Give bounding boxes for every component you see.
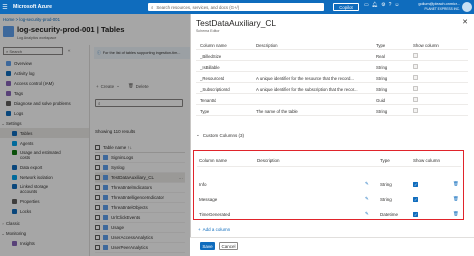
header-type: Type [376, 42, 386, 48]
help-icon[interactable]: ? [389, 2, 392, 8]
show-column-checkbox[interactable] [413, 75, 418, 80]
show-column-checkbox[interactable] [413, 53, 418, 58]
column-type: String [376, 75, 388, 81]
custom-columns-label: Custom Columns (3) [202, 132, 245, 138]
avatar[interactable] [462, 2, 472, 12]
column-name: _ResourceId [200, 75, 225, 81]
column-type: String [376, 108, 388, 114]
custom-columns-highlight [193, 150, 464, 220]
column-row: _SubscriptionId A unique identifier for t… [196, 83, 468, 94]
plus-icon: + [198, 227, 201, 232]
system-columns-header: Column name Description Type Show column [196, 39, 468, 50]
add-column-button[interactable]: + Add a column [198, 227, 230, 232]
column-name: _BilledSize [200, 53, 222, 59]
column-name: Type [200, 108, 210, 114]
column-row: _ResourceId A unique identifier for the r… [196, 72, 468, 83]
show-column-checkbox[interactable] [413, 97, 418, 102]
chevron-down-icon: ⌄ [196, 132, 200, 137]
column-row: TenantId Guid [196, 94, 468, 105]
column-type: Real [376, 53, 385, 59]
save-label: Save [202, 243, 213, 249]
brand-link[interactable]: Microsoft Azure [13, 4, 89, 10]
column-name: _IsBillable [200, 64, 220, 70]
show-column-checkbox[interactable] [413, 86, 418, 91]
global-search-input[interactable]: ⌕ Search resources, services, and docs (… [148, 3, 324, 11]
search-icon: ⌕ [151, 4, 154, 10]
show-column-checkbox[interactable] [413, 108, 418, 113]
panel-footer: Save Cancel [190, 237, 474, 256]
header-description: Description [256, 42, 278, 48]
header-show-column: Show column [413, 42, 439, 48]
cloud-shell-icon[interactable]: ▭ [364, 2, 369, 8]
modal-overlay[interactable] [0, 14, 190, 256]
top-icons: ▭ 🔔︎ ⚙ ? ☺ [364, 2, 399, 8]
copilot-button[interactable]: Copilot [333, 3, 359, 11]
save-button[interactable]: Save [200, 242, 215, 250]
column-type: String [376, 86, 388, 92]
column-row: _BilledSize Real [196, 50, 468, 61]
column-description: The name of the table [256, 108, 298, 114]
cancel-label: Cancel [221, 243, 236, 249]
cancel-button[interactable]: Cancel [219, 242, 238, 250]
column-description: A unique identifier for the resource tha… [256, 75, 354, 81]
column-name: _SubscriptionId [200, 86, 230, 92]
column-row: Type The name of the table String [196, 105, 468, 116]
close-icon[interactable]: ✕ [462, 18, 468, 26]
copilot-label: Copilot [339, 4, 353, 10]
column-row: _IsBillable String [196, 61, 468, 72]
column-name: TenantId [200, 97, 217, 103]
user-name: gollum@pleach.onmicr... [418, 1, 460, 6]
panel-title: TestDataAuxiliary_CL [196, 18, 277, 28]
bell-icon[interactable]: 🔔︎ [372, 2, 378, 8]
user-org: PLANET EXPRESS INC. [424, 6, 460, 11]
feedback-icon[interactable]: ☺ [394, 2, 399, 8]
global-search-placeholder: Search resources, services, and docs (G+… [156, 4, 240, 10]
custom-columns-toggle[interactable]: ⌄ Custom Columns (3) [196, 132, 244, 138]
column-description: A unique identifier for the subscription… [256, 86, 358, 92]
header-column-name: Column name [200, 42, 227, 48]
menu-icon[interactable]: ☰ [0, 4, 10, 11]
account-menu[interactable]: gollum@pleach.onmicr... PLANET EXPRESS I… [418, 2, 460, 12]
top-bar: ☰ Microsoft Azure ⌕ Search resources, se… [0, 0, 474, 14]
show-column-checkbox[interactable] [413, 64, 418, 69]
column-type: Guid [376, 97, 386, 103]
gear-icon[interactable]: ⚙ [381, 2, 385, 8]
column-type: String [376, 64, 388, 70]
panel-subtitle: Schema Editor [196, 29, 220, 33]
add-column-label: Add a column [202, 227, 231, 232]
